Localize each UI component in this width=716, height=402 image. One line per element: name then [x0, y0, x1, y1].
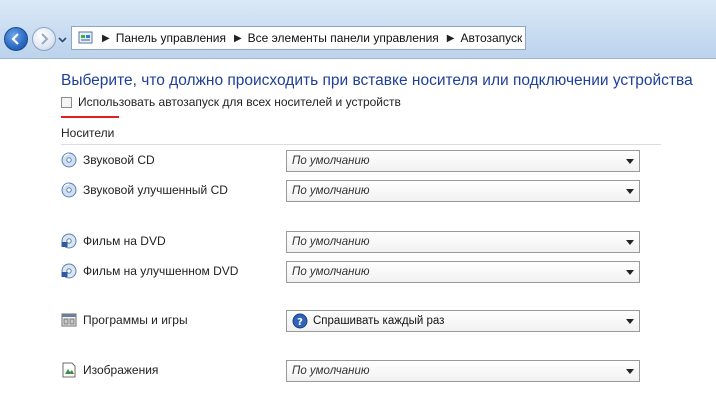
select-value: По умолчанию: [292, 155, 370, 167]
use-autoplay-label[interactable]: Использовать автозапуск для всех носител…: [78, 95, 401, 109]
breadcrumb-separator: ▶: [446, 32, 455, 44]
media-action-select[interactable]: По умолчанию: [286, 360, 640, 382]
media-row-dvd-movie: Фильм на DVD По умолчанию: [61, 231, 651, 253]
media-action-select[interactable]: По умолчанию: [286, 231, 640, 253]
recent-pages-chevron-icon[interactable]: [58, 35, 67, 44]
section-label-media: Носители: [61, 126, 115, 140]
arrow-right-icon: [41, 33, 49, 45]
media-action-select[interactable]: По умолчанию: [286, 180, 640, 202]
select-value: По умолчанию: [292, 185, 370, 197]
programs-icon: [61, 313, 77, 327]
media-label: Фильм на улучшенном DVD: [83, 264, 239, 278]
section-divider: [61, 144, 661, 145]
chevron-down-icon[interactable]: [626, 319, 634, 324]
breadcrumb-all-items[interactable]: Все элементы панели управления: [248, 31, 439, 45]
chevron-down-icon[interactable]: [626, 270, 634, 275]
chevron-down-icon[interactable]: [626, 189, 634, 194]
breadcrumb-separator: ▶: [102, 32, 110, 44]
use-autoplay-checkbox[interactable]: [61, 96, 72, 108]
control-panel-icon: [78, 31, 93, 44]
breadcrumb-autoplay[interactable]: Автозапуск: [460, 31, 522, 45]
help-question-icon: ?: [292, 313, 308, 329]
select-value: Спрашивать каждый раз: [313, 315, 445, 327]
media-label: Звуковой CD: [83, 153, 155, 167]
explorer-toolbar: ▶ Панель управления ▶ Все элементы панел…: [0, 0, 716, 59]
select-value: По умолчанию: [292, 236, 370, 248]
highlight-underline: [61, 116, 119, 118]
media-row-programs-games: Программы и игры ? Спрашивать каждый раз: [61, 310, 651, 332]
chevron-down-icon[interactable]: [626, 240, 634, 245]
media-action-select[interactable]: По умолчанию: [286, 150, 640, 172]
image-icon: [62, 362, 76, 378]
media-row-pictures: Изображения По умолчанию: [61, 360, 651, 382]
media-row-enhanced-dvd-movie: Фильм на улучшенном DVD По умолчанию: [61, 261, 651, 283]
chevron-down-icon[interactable]: [626, 159, 634, 164]
use-autoplay-row[interactable]: Использовать автозапуск для всех носител…: [61, 95, 401, 109]
arrow-left-icon: [11, 33, 19, 45]
dvd-icon: [61, 263, 77, 279]
media-label: Программы и игры: [83, 313, 188, 327]
media-label: Фильм на DVD: [83, 234, 166, 248]
svg-text:?: ?: [297, 317, 303, 328]
disc-icon: [61, 152, 77, 168]
forward-button[interactable]: [32, 27, 56, 51]
breadcrumb-separator: ▶: [233, 32, 242, 44]
breadcrumb-control-panel[interactable]: Панель управления: [116, 31, 226, 45]
page-title: Выберите, что должно происходить при вст…: [61, 72, 693, 89]
select-value: По умолчанию: [292, 365, 370, 377]
select-value: По умолчанию: [292, 266, 370, 278]
media-action-select[interactable]: ? Спрашивать каждый раз: [286, 310, 640, 332]
media-action-select[interactable]: По умолчанию: [286, 261, 640, 283]
media-label: Звуковой улучшенный CD: [83, 183, 228, 197]
chevron-down-icon[interactable]: [626, 369, 634, 374]
address-bar[interactable]: ▶ Панель управления ▶ Все элементы панел…: [71, 26, 526, 50]
media-row-audio-cd: Звуковой CD По умолчанию: [61, 150, 651, 172]
media-label: Изображения: [83, 363, 159, 377]
dvd-icon: [61, 233, 77, 249]
back-button[interactable]: [4, 27, 28, 51]
disc-icon: [61, 182, 77, 198]
media-row-enhanced-audio-cd: Звуковой улучшенный CD По умолчанию: [61, 180, 651, 202]
